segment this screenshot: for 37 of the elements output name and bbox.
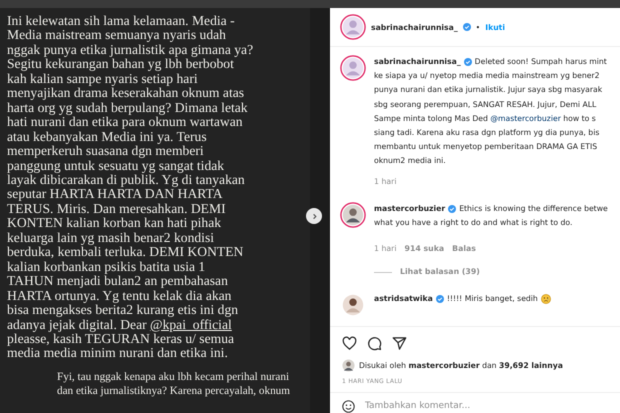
text-line: media media minim nurani dan etika ini. [7, 346, 229, 361]
text-line: panggung untuk sesuatu yg sangat tidak [7, 158, 226, 173]
text-line: HARTA ortunya. Yg tentu kelak dia akan [7, 288, 232, 304]
text-line: dan etika jurnalistiknya? Karena percayalah, oknum [57, 384, 291, 399]
text-line: pleasse, kasih TEGURAN keras u/ semua [7, 332, 236, 346]
text-line: kah kalian sampe nyaris setiap hari [7, 72, 199, 86]
text-line: kalian korbankan psikis batita usia 1 [7, 260, 206, 274]
chevron-icon [310, 212, 318, 220]
comment-icon[interactable] [367, 336, 382, 351]
text-line: memperkeruh suasana dgn memberi [7, 144, 205, 159]
text-line: KONTEN kalian korban kan hati pihak [7, 216, 222, 231]
avatar[interactable] [340, 14, 366, 40]
text-line: TAHUN menjadi bulan2 an pembahasan [7, 274, 229, 289]
text-line: Segitu kekurangan bahan yg lbh berbobot [7, 57, 234, 72]
avatar [342, 358, 355, 372]
text-line: TERUS. Miris. Dan meresahkan. DEMI [7, 202, 227, 216]
text-line: atau kebanyakan Media ini ya. Terus [7, 130, 208, 144]
text-line: keluarga lain yg masih benar2 kondisi [7, 230, 214, 246]
text-line: Media maistream semuanya nyaris udah [7, 28, 227, 43]
send-icon[interactable] [392, 336, 407, 351]
text-line: hati nurani dan etika para oknum wartawan [7, 115, 244, 130]
text-line: layak dibicarakan di publik. Yg di tanyakan [7, 172, 246, 188]
text-line: Ini kelewatan sih lama kelamaan. Media - [7, 14, 236, 28]
text-line: harta org yg sudah berpulang? Dimana letak [7, 100, 249, 116]
avatar[interactable] [340, 202, 366, 228]
text-line: Fyi, tau nggak kenapa aku lbh kecam perihal nurani [57, 370, 290, 384]
mention-link[interactable]: @kpai_official [150, 316, 232, 332]
heart-icon[interactable] [342, 336, 357, 351]
text-line: seputar HARTA HARTA DAN HARTA [7, 187, 223, 202]
comment-field[interactable]: Tambahkan komentar... [365, 401, 608, 412]
text-line: menyajikan drama keserakahan oknum atas [7, 86, 246, 101]
avatar[interactable] [340, 55, 366, 81]
text-line: nggak punya etika jurnalistik apa gimana ya? [7, 42, 254, 58]
text-line: bisa mengakses berita2 kurang etis ini dgn [7, 303, 240, 318]
smiley-icon[interactable] [342, 400, 355, 413]
text-line: berduka, kembali terluka. DEMI KONTEN [7, 245, 244, 260]
text-line: adanya jejak digital. Dear @kpai_official [7, 318, 232, 332]
